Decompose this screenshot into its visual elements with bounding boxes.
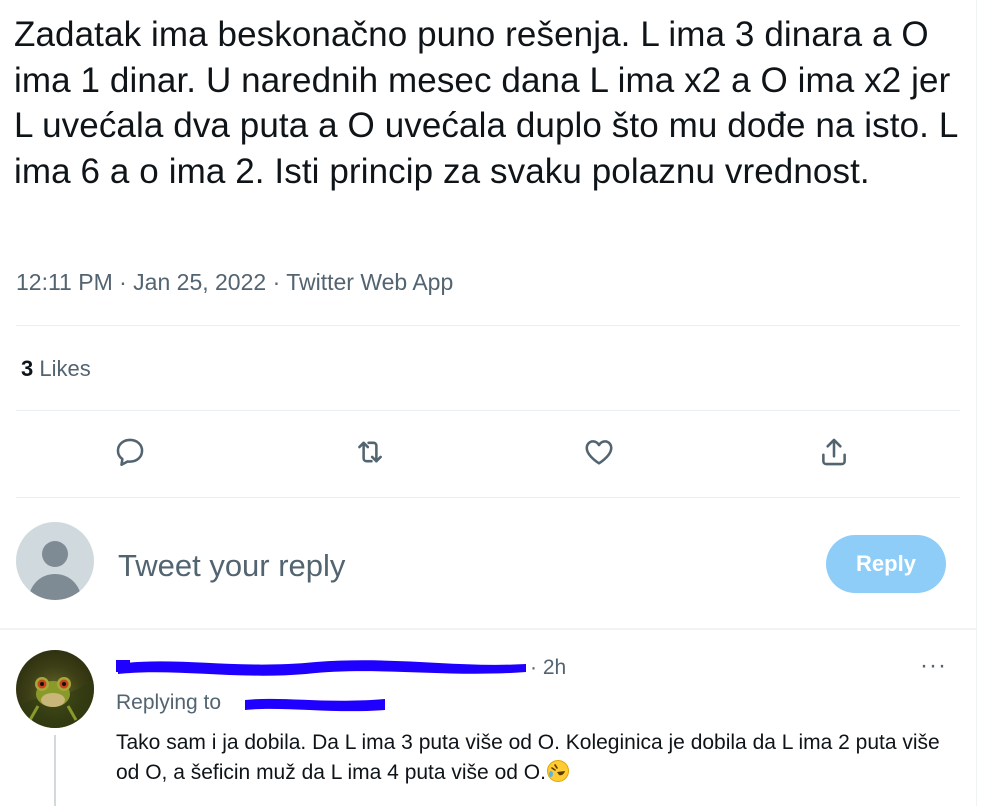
comment-text: Tako sam i ja dobila. Da L ima 3 puta vi… [116,728,966,788]
thread-line [54,735,56,806]
likes-count[interactable]: 3 Likes [21,356,91,382]
share-action-button[interactable] [814,432,854,472]
column-border [976,0,977,806]
share-icon [822,438,846,466]
more-options-icon[interactable]: ··· [920,652,947,680]
comment-time[interactable]: · 2h [530,656,566,680]
frog-photo-icon [16,677,94,728]
reply-action-button[interactable] [110,432,150,472]
rolling-laughing-emoji-icon [546,760,569,782]
comment-body: Tako sam i ja dobila. Da L ima 3 puta vi… [116,731,940,784]
replying-to-label: Replying to [116,691,222,714]
like-action-button[interactable] [579,432,619,472]
retweet-action-button[interactable] [350,432,390,472]
likes-label: Likes [33,356,91,381]
avatar[interactable] [16,522,94,600]
divider [16,410,960,411]
section-separator [0,628,976,630]
divider [16,497,960,498]
reply-button[interactable]: Reply [826,535,946,593]
reply-input[interactable]: Tweet your reply [118,548,345,584]
default-avatar-icon [28,541,82,600]
heart-icon [585,440,613,465]
tweet-text: Zadatak ima beskonačno puno rešenja. L i… [14,15,958,191]
redacted-handle[interactable] [243,690,387,718]
commenter-avatar[interactable] [16,650,94,728]
redacted-username [116,660,526,676]
retweet-icon [358,441,382,463]
divider [16,325,960,326]
comment-icon [116,438,144,467]
tweet-timestamp[interactable]: 12:11 PM · Jan 25, 2022 · Twitter Web Ap… [16,269,453,296]
likes-number: 3 [21,356,34,381]
